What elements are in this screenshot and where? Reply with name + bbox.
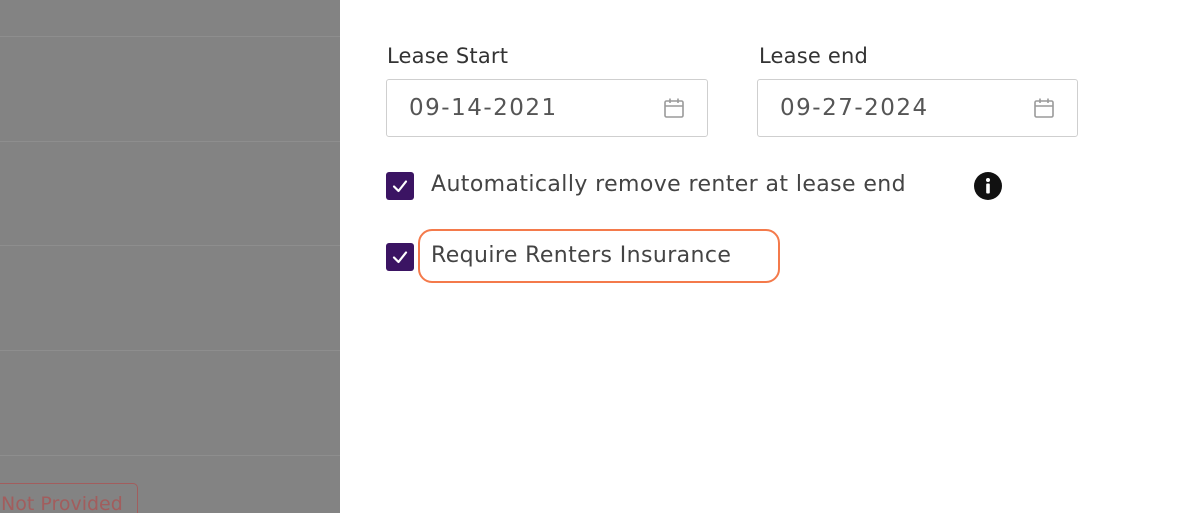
page: Not Provided Lease Start 09-14-2021 Leas… bbox=[0, 0, 1200, 513]
lease-end-input[interactable]: 09-27-2024 bbox=[757, 79, 1078, 137]
lease-end-value[interactable]: 09-27-2024 bbox=[780, 80, 929, 136]
list-row-divider bbox=[0, 350, 340, 351]
auto-remove-label[interactable]: Automatically remove renter at lease end bbox=[431, 172, 906, 197]
list-row-divider bbox=[0, 141, 340, 142]
info-icon[interactable] bbox=[974, 172, 1002, 200]
lease-start-input[interactable]: 09-14-2021 bbox=[386, 79, 708, 137]
list-row-divider bbox=[0, 245, 340, 246]
background-overlay[interactable]: Not Provided bbox=[0, 0, 340, 513]
lease-start-label: Lease Start bbox=[387, 44, 509, 68]
list-row-divider bbox=[0, 36, 340, 37]
lease-start-value[interactable]: 09-14-2021 bbox=[409, 80, 558, 136]
check-icon bbox=[392, 251, 408, 264]
list-row-divider bbox=[0, 455, 340, 456]
check-icon bbox=[392, 180, 408, 193]
status-badge: Not Provided bbox=[0, 483, 138, 513]
require-insurance-checkbox[interactable] bbox=[386, 243, 414, 271]
lease-end-label: Lease end bbox=[759, 44, 869, 68]
calendar-icon[interactable] bbox=[663, 97, 685, 119]
auto-remove-checkbox[interactable] bbox=[386, 172, 414, 200]
highlight-annotation bbox=[418, 229, 780, 283]
calendar-icon[interactable] bbox=[1033, 97, 1055, 119]
